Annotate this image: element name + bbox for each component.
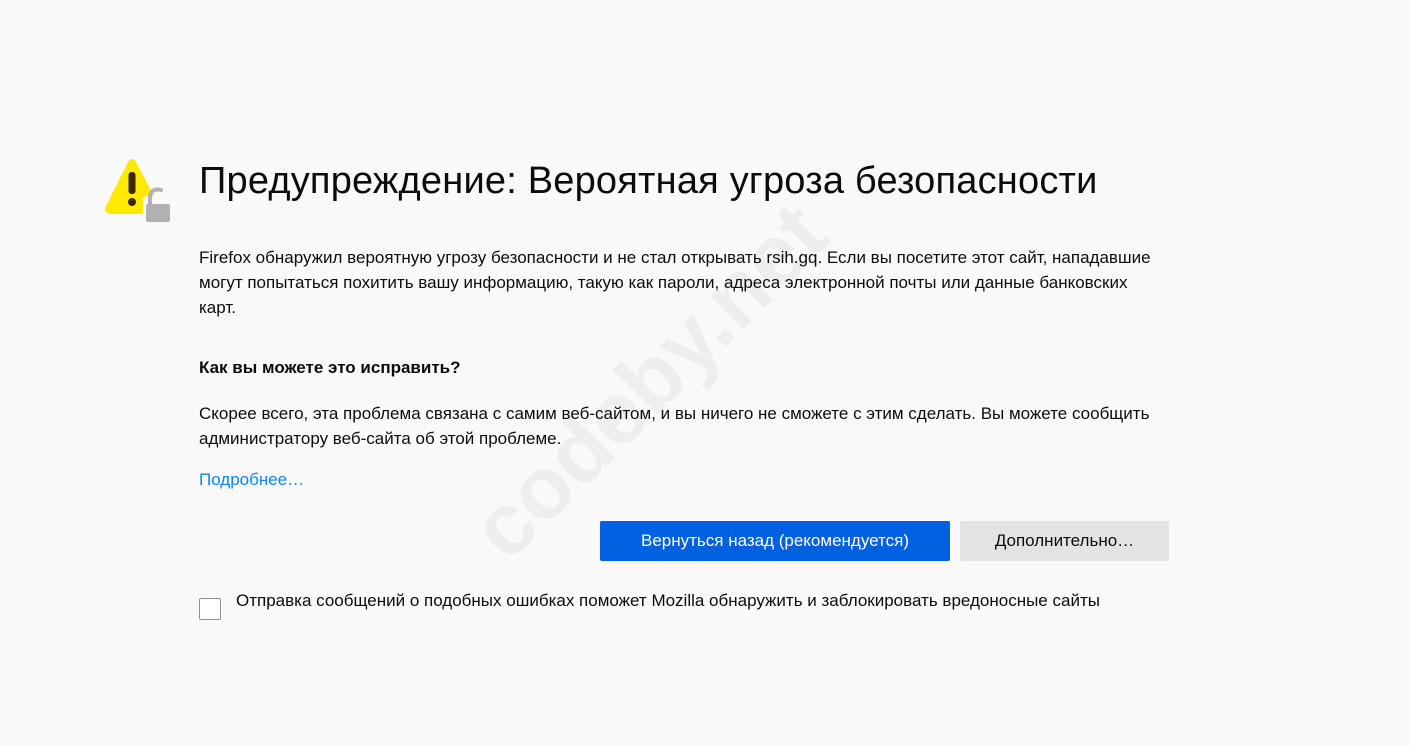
report-errors-label[interactable]: Отправка сообщений о подобных ошибках по…	[236, 588, 1166, 613]
error-page: codeby.net Предупреждение: Вероятная угр…	[0, 0, 1410, 746]
warning-triangle-icon	[104, 158, 174, 224]
advanced-button[interactable]: Дополнительно…	[960, 521, 1169, 561]
report-errors-checkbox[interactable]	[199, 598, 221, 620]
watermark: codeby.net	[451, 183, 847, 579]
page-title: Предупреждение: Вероятная угроза безопас…	[199, 160, 1098, 202]
how-to-fix-text: Скорее всего, эта проблема связана с сам…	[199, 404, 1150, 448]
learn-more-link[interactable]: Подробнее…	[199, 470, 304, 490]
go-back-button[interactable]: Вернуться назад (рекомендуется)	[600, 521, 950, 561]
error-description: Firefox обнаружил вероятную угрозу безоп…	[199, 248, 1151, 317]
how-to-fix-heading: Как вы можете это исправить?	[199, 358, 461, 377]
